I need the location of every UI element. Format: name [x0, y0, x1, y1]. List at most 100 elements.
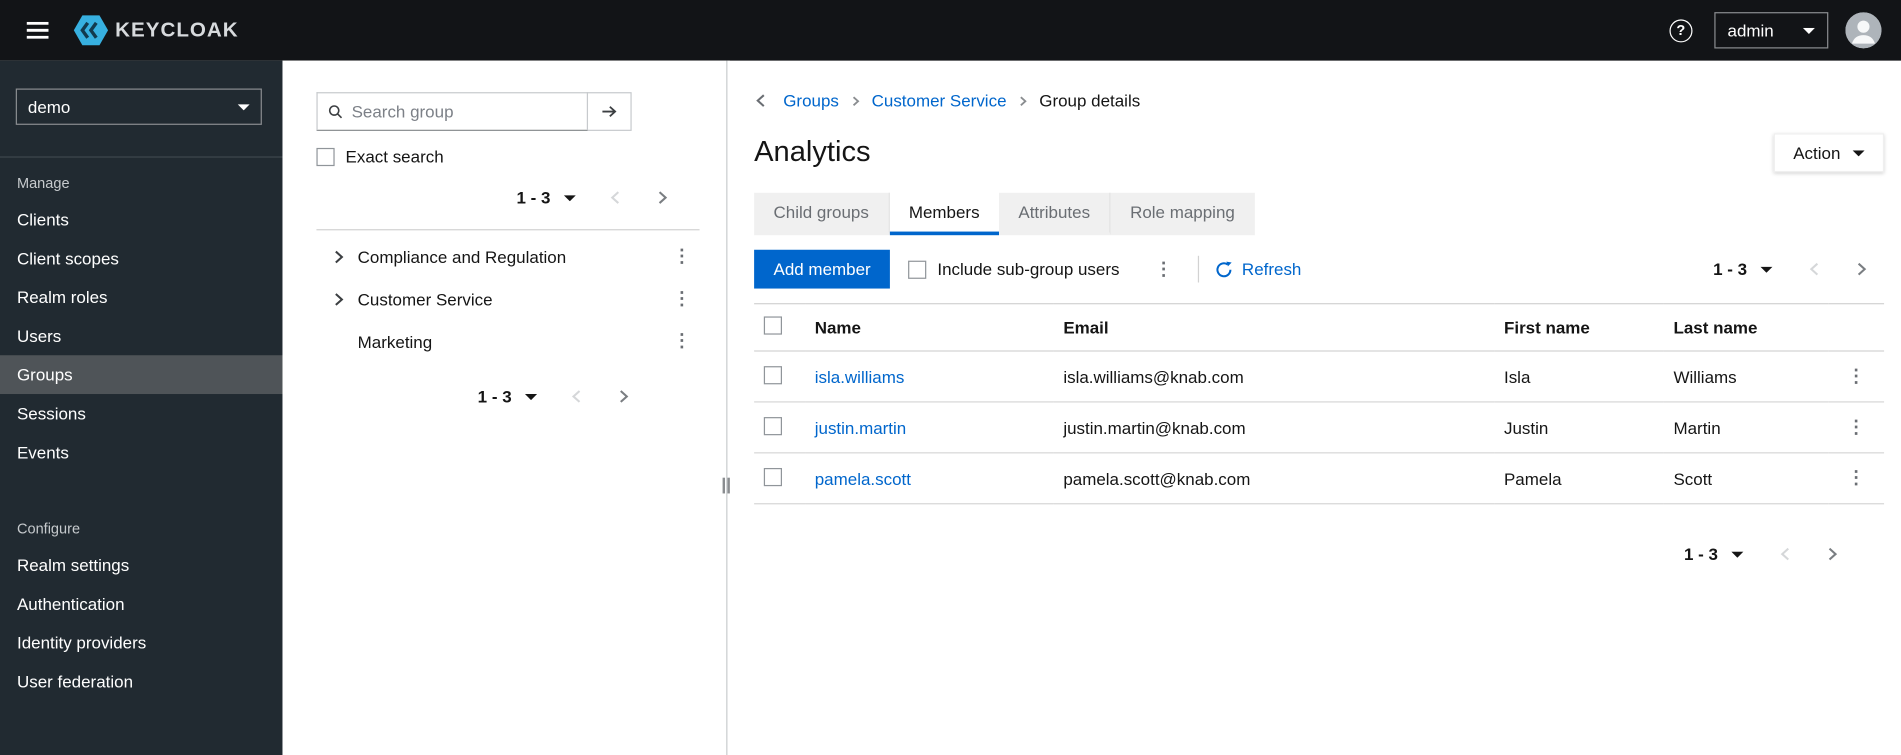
group-search-input[interactable] [316, 92, 589, 131]
kebab-menu-button[interactable]: ⋮ [664, 285, 699, 313]
pagination-range: 1 - 3 [1713, 259, 1748, 279]
next-page-button[interactable] [639, 181, 685, 215]
tab-bar: Child groups Members Attributes Role map… [754, 192, 1884, 236]
breadcrumb-parent-link[interactable]: Customer Service [872, 91, 1007, 110]
breadcrumb-current: Group details [1039, 90, 1141, 111]
sidebar-item-user-federation[interactable]: User federation [0, 662, 282, 701]
kebab-menu-button[interactable]: ⋮ [1839, 413, 1874, 441]
caret-down-icon [1760, 266, 1773, 273]
sidebar-item-realm-roles[interactable]: Realm roles [0, 278, 282, 317]
member-name-link[interactable]: pamela.scott [815, 469, 911, 488]
exact-search-label: Exact search [345, 146, 444, 167]
username: admin [1727, 20, 1774, 41]
previous-page-button[interactable] [554, 379, 600, 413]
nav-toggle-button[interactable] [19, 15, 55, 47]
breadcrumb: Groups Customer Service Group details [754, 91, 1884, 110]
kebab-menu-button[interactable]: ⋮ [1839, 464, 1874, 492]
action-dropdown-button[interactable]: Action [1773, 133, 1885, 173]
realm-selector[interactable]: demo [15, 88, 262, 125]
include-subgroups-checkbox[interactable] [908, 260, 927, 279]
caret-down-icon [563, 194, 576, 201]
sidebar-item-users[interactable]: Users [0, 316, 282, 355]
member-name-link[interactable]: justin.martin [815, 418, 906, 437]
exact-search-toggle[interactable]: Exact search [316, 147, 699, 166]
nav-section-manage: Manage Clients Client scopes Realm roles… [0, 158, 283, 472]
sidebar-item-clients[interactable]: Clients [0, 200, 282, 239]
nav-section-title: Manage [16, 174, 70, 192]
caret-down-icon [1731, 551, 1744, 558]
help-button[interactable]: ? [1669, 18, 1693, 42]
exact-search-checkbox[interactable] [316, 147, 335, 166]
column-header-last-name: Last name [1663, 303, 1829, 352]
previous-page-button[interactable] [593, 181, 639, 215]
caret-down-icon [237, 103, 250, 110]
expand-group-button[interactable] [331, 292, 348, 307]
group-tree-item[interactable]: Customer Service ⋮ [316, 278, 699, 320]
member-email: justin.martin@knab.com [1053, 401, 1495, 454]
column-header-email: Email [1053, 303, 1495, 352]
sidebar-item-identity-providers[interactable]: Identity providers [0, 623, 282, 662]
kebab-menu-button[interactable]: ⋮ [1146, 255, 1181, 283]
next-page-button[interactable] [1809, 537, 1855, 571]
search-submit-button[interactable] [586, 92, 632, 131]
select-all-checkbox[interactable] [763, 316, 782, 335]
breadcrumb-groups-link[interactable]: Groups [783, 91, 839, 110]
tab-attributes[interactable]: Attributes [998, 192, 1111, 236]
group-tree-item[interactable]: Marketing ⋮ [316, 320, 699, 362]
row-checkbox[interactable] [763, 416, 782, 435]
previous-page-button[interactable] [1763, 537, 1809, 571]
chevron-right-icon [620, 390, 629, 403]
pagination-range-toggle[interactable]: 1 - 3 [1713, 259, 1773, 279]
next-page-button[interactable] [1838, 252, 1884, 286]
refresh-label: Refresh [1241, 259, 1302, 279]
pagination-range-toggle[interactable]: 1 - 3 [1684, 544, 1744, 564]
brand-logo[interactable]: KEYCLOAK [73, 13, 239, 47]
sidebar-item-authentication[interactable]: Authentication [0, 584, 282, 623]
column-header-name: Name [805, 303, 1054, 352]
member-first-name: Justin [1494, 401, 1664, 454]
pagination-range-toggle[interactable]: 1 - 3 [516, 188, 576, 207]
chevron-left-icon [756, 94, 765, 107]
kebab-menu-button[interactable]: ⋮ [1839, 363, 1874, 391]
search-icon [328, 105, 343, 119]
member-last-name: Martin [1663, 401, 1829, 454]
hamburger-icon [26, 21, 49, 39]
sidebar-item-realm-settings[interactable]: Realm settings [0, 546, 282, 585]
previous-page-button[interactable] [1792, 252, 1838, 286]
kebab-menu-button[interactable]: ⋮ [664, 242, 699, 270]
chevron-right-icon [850, 95, 861, 106]
sidebar-item-events[interactable]: Events [0, 433, 282, 472]
refresh-button[interactable]: Refresh [1215, 259, 1302, 279]
include-subgroups-toggle[interactable]: Include sub-group users [908, 259, 1119, 279]
tab-child-groups[interactable]: Child groups [754, 192, 890, 236]
kebab-menu-button[interactable]: ⋮ [664, 327, 699, 355]
next-page-button[interactable] [600, 379, 646, 413]
row-checkbox[interactable] [763, 365, 782, 384]
column-header-first-name: First name [1494, 303, 1664, 352]
tab-members[interactable]: Members [889, 192, 999, 236]
table-row: pamela.scott pamela.scott@knab.com Pamel… [754, 452, 1885, 505]
resize-grip-icon [722, 477, 730, 494]
chevron-right-icon [1857, 262, 1867, 276]
chevron-right-icon [658, 191, 668, 204]
pagination-range: 1 - 3 [477, 386, 512, 407]
sidebar-item-groups[interactable]: Groups [0, 355, 283, 395]
caret-down-icon [524, 393, 538, 400]
tab-role-mapping[interactable]: Role mapping [1110, 192, 1255, 236]
group-tree-item[interactable]: Compliance and Regulation ⋮ [316, 235, 699, 277]
add-member-button[interactable]: Add member [754, 249, 891, 289]
member-last-name: Scott [1663, 452, 1829, 505]
expand-group-button[interactable] [331, 249, 348, 264]
user-avatar-icon [1845, 12, 1882, 49]
panel-resize-handle[interactable] [722, 60, 730, 755]
help-glyph: ? [1676, 21, 1686, 39]
collapse-tree-button[interactable] [754, 93, 769, 108]
avatar[interactable] [1845, 12, 1882, 49]
row-checkbox[interactable] [763, 467, 782, 486]
sidebar-item-client-scopes[interactable]: Client scopes [0, 239, 282, 278]
sidebar-item-sessions[interactable]: Sessions [0, 394, 282, 433]
user-menu-button[interactable]: admin [1714, 12, 1829, 49]
member-name-link[interactable]: isla.williams [815, 367, 905, 386]
pagination-range: 1 - 3 [1684, 544, 1718, 564]
pagination-range-toggle[interactable]: 1 - 3 [477, 386, 538, 407]
